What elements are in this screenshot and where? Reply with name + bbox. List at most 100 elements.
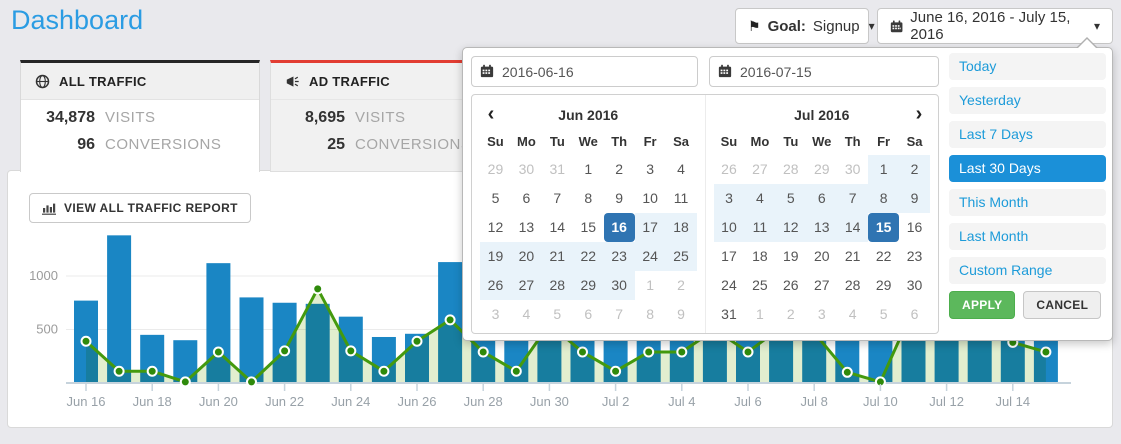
range-option-custom-range[interactable]: Custom Range [949,257,1106,284]
cancel-button[interactable]: CANCEL [1023,291,1101,319]
end-date-input[interactable] [709,56,939,87]
calendar-day[interactable]: 3 [806,300,837,329]
start-date-input[interactable] [471,56,698,87]
calendar-day[interactable]: 8 [635,300,666,329]
calendar-day[interactable]: 8 [573,184,604,213]
calendar-day[interactable]: 22 [868,242,899,271]
calendar-day[interactable]: 8 [868,184,899,213]
calendar-day[interactable]: 20 [511,242,542,271]
calendar-day[interactable]: 2 [666,271,697,300]
range-option-last-month[interactable]: Last Month [949,223,1106,250]
calendar-day[interactable]: 1 [868,155,899,184]
calendar-day[interactable]: 5 [775,184,806,213]
view-all-traffic-report-button[interactable]: VIEW ALL TRAFFIC REPORT [29,193,251,223]
calendar-day[interactable]: 6 [573,300,604,329]
calendar-day[interactable]: 6 [511,184,542,213]
prev-month-button[interactable]: ‹ [480,100,502,128]
calendar-day[interactable]: 4 [666,155,697,184]
all-traffic-card[interactable]: ALL TRAFFIC 34,878 VISITS 96 CONVERSIONS [20,60,260,172]
calendar-day[interactable]: 2 [775,300,806,329]
calendar-day[interactable]: 28 [775,155,806,184]
calendar-day[interactable]: 27 [511,271,542,300]
calendar-day[interactable]: 26 [714,155,745,184]
calendar-day[interactable]: 19 [480,242,511,271]
calendar-day[interactable]: 6 [899,300,930,329]
calendar-day[interactable]: 1 [744,300,775,329]
calendar-day[interactable]: 26 [775,271,806,300]
calendar-day[interactable]: 1 [573,155,604,184]
calendar-day[interactable]: 9 [666,300,697,329]
calendar-day[interactable]: 2 [899,155,930,184]
calendar-day[interactable]: 4 [744,184,775,213]
calendar-day[interactable]: 31 [542,155,573,184]
calendar-day[interactable]: 15 [868,213,899,242]
calendar-day[interactable]: 3 [480,300,511,329]
calendar-day[interactable]: 15 [573,213,604,242]
calendar-day[interactable]: 10 [714,213,745,242]
calendar-day[interactable]: 12 [775,213,806,242]
range-option-today[interactable]: Today [949,53,1106,80]
calendar-day[interactable]: 17 [635,213,666,242]
calendar-day[interactable]: 28 [837,271,868,300]
calendar-day[interactable]: 31 [714,300,745,329]
range-option-yesterday[interactable]: Yesterday [949,87,1106,114]
calendar-day[interactable]: 4 [837,300,868,329]
calendar-day[interactable]: 3 [635,155,666,184]
calendar-day[interactable]: 17 [714,242,745,271]
calendar-day[interactable]: 13 [806,213,837,242]
calendar-day[interactable]: 19 [775,242,806,271]
calendar-day[interactable]: 21 [542,242,573,271]
calendar-day[interactable]: 14 [837,213,868,242]
calendar-day[interactable]: 18 [744,242,775,271]
range-option-last-30-days[interactable]: Last 30 Days [949,155,1106,182]
next-month-button[interactable]: › [908,100,930,128]
calendar-day[interactable]: 29 [868,271,899,300]
calendar-day[interactable]: 4 [511,300,542,329]
calendar-day[interactable]: 5 [480,184,511,213]
calendar-day[interactable]: 18 [666,213,697,242]
calendar-day[interactable]: 24 [714,271,745,300]
calendar-day[interactable]: 6 [806,184,837,213]
calendar-day[interactable]: 29 [573,271,604,300]
calendar-day[interactable]: 24 [635,242,666,271]
goal-selector-button[interactable]: ⚑ Goal: Signup ▾ [735,8,869,44]
calendar-day[interactable]: 27 [744,155,775,184]
calendar-day[interactable]: 29 [806,155,837,184]
calendar-day[interactable]: 11 [666,184,697,213]
calendar-day[interactable]: 11 [744,213,775,242]
calendar-day[interactable]: 13 [511,213,542,242]
calendar-day[interactable]: 16 [604,213,635,242]
calendar-day[interactable]: 23 [604,242,635,271]
range-option-this-month[interactable]: This Month [949,189,1106,216]
calendar-day[interactable]: 3 [714,184,745,213]
apply-button[interactable]: APPLY [949,291,1015,319]
calendar-day[interactable]: 30 [899,271,930,300]
calendar-day[interactable]: 26 [480,271,511,300]
calendar-day[interactable]: 23 [899,242,930,271]
range-option-last-7-days[interactable]: Last 7 Days [949,121,1106,148]
calendar-day[interactable]: 5 [542,300,573,329]
calendar-day[interactable]: 21 [837,242,868,271]
calendar-day[interactable]: 5 [868,300,899,329]
calendar-day[interactable]: 20 [806,242,837,271]
calendar-day[interactable]: 7 [837,184,868,213]
calendar-day[interactable]: 16 [899,213,930,242]
calendar-day[interactable]: 29 [480,155,511,184]
calendar-day[interactable]: 27 [806,271,837,300]
calendar-day[interactable]: 9 [604,184,635,213]
calendar-day[interactable]: 25 [744,271,775,300]
calendar-day[interactable]: 14 [542,213,573,242]
calendar-day[interactable]: 9 [899,184,930,213]
calendar-day[interactable]: 10 [635,184,666,213]
calendar-day[interactable]: 1 [635,271,666,300]
calendar-day[interactable]: 30 [511,155,542,184]
calendar-day[interactable]: 25 [666,242,697,271]
calendar-day[interactable]: 7 [542,184,573,213]
calendar-day[interactable]: 30 [837,155,868,184]
calendar-day[interactable]: 22 [573,242,604,271]
calendar-day[interactable]: 12 [480,213,511,242]
calendar-day[interactable]: 7 [604,300,635,329]
calendar-day[interactable]: 30 [604,271,635,300]
calendar-day[interactable]: 28 [542,271,573,300]
calendar-day[interactable]: 2 [604,155,635,184]
